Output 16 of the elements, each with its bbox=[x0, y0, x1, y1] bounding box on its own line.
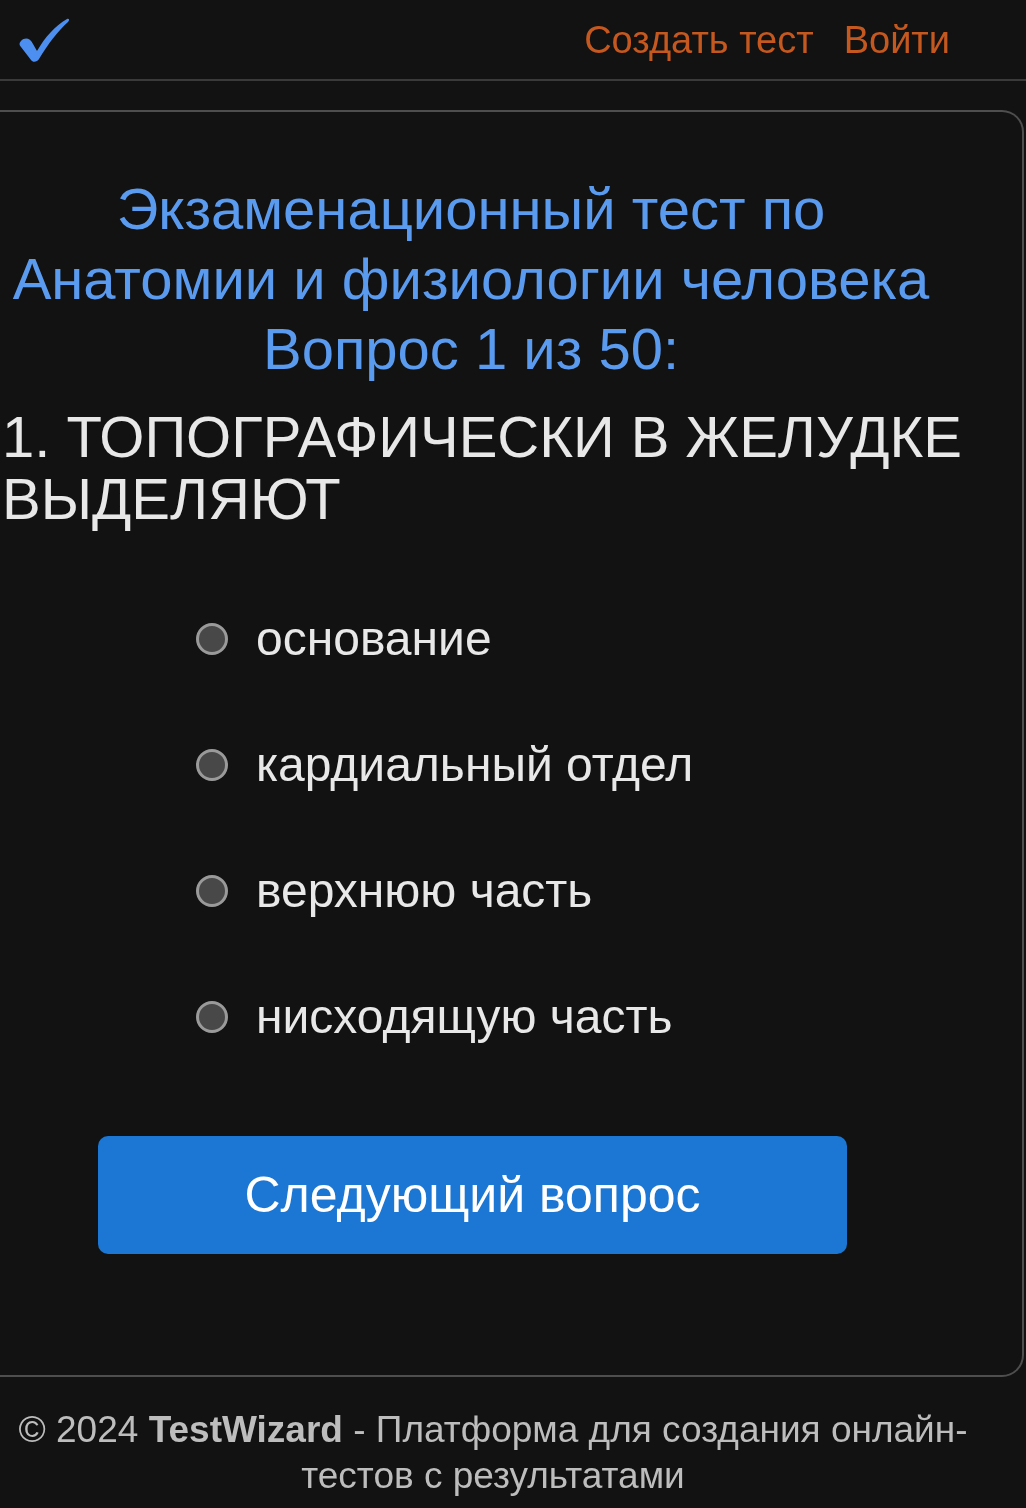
radio-button[interactable] bbox=[196, 1001, 228, 1033]
next-question-button[interactable]: Следующий вопрос bbox=[98, 1136, 847, 1254]
nav-link[interactable]: Создать тест bbox=[584, 16, 814, 63]
radio-button[interactable] bbox=[196, 623, 228, 655]
footer-text: © 2024 TestWizard - Платформа для создания онлайн-тестов с результатами bbox=[18, 1409, 968, 1496]
question-counter: Вопрос 1 из 50: bbox=[262, 315, 680, 383]
radio-button[interactable] bbox=[196, 875, 228, 907]
radio-button[interactable] bbox=[196, 749, 228, 781]
quiz-title: Экзаменационный тест по Анатомии и физиологии человека bbox=[11, 175, 931, 313]
question-text: 1. ТОПОГРАФИЧЕСКИ В ЖЕЛУДКЕ ВЫДЕЛЯЮТ bbox=[1, 406, 963, 530]
option-label[interactable]: верхнюю часть bbox=[256, 863, 593, 919]
option-label[interactable]: основание bbox=[256, 611, 492, 667]
option-label[interactable]: нисходящую часть bbox=[256, 989, 673, 1045]
nav-link[interactable]: Войти bbox=[843, 16, 950, 63]
option-label[interactable]: кардиальный отдел bbox=[256, 737, 694, 793]
check-icon[interactable] bbox=[18, 16, 70, 63]
